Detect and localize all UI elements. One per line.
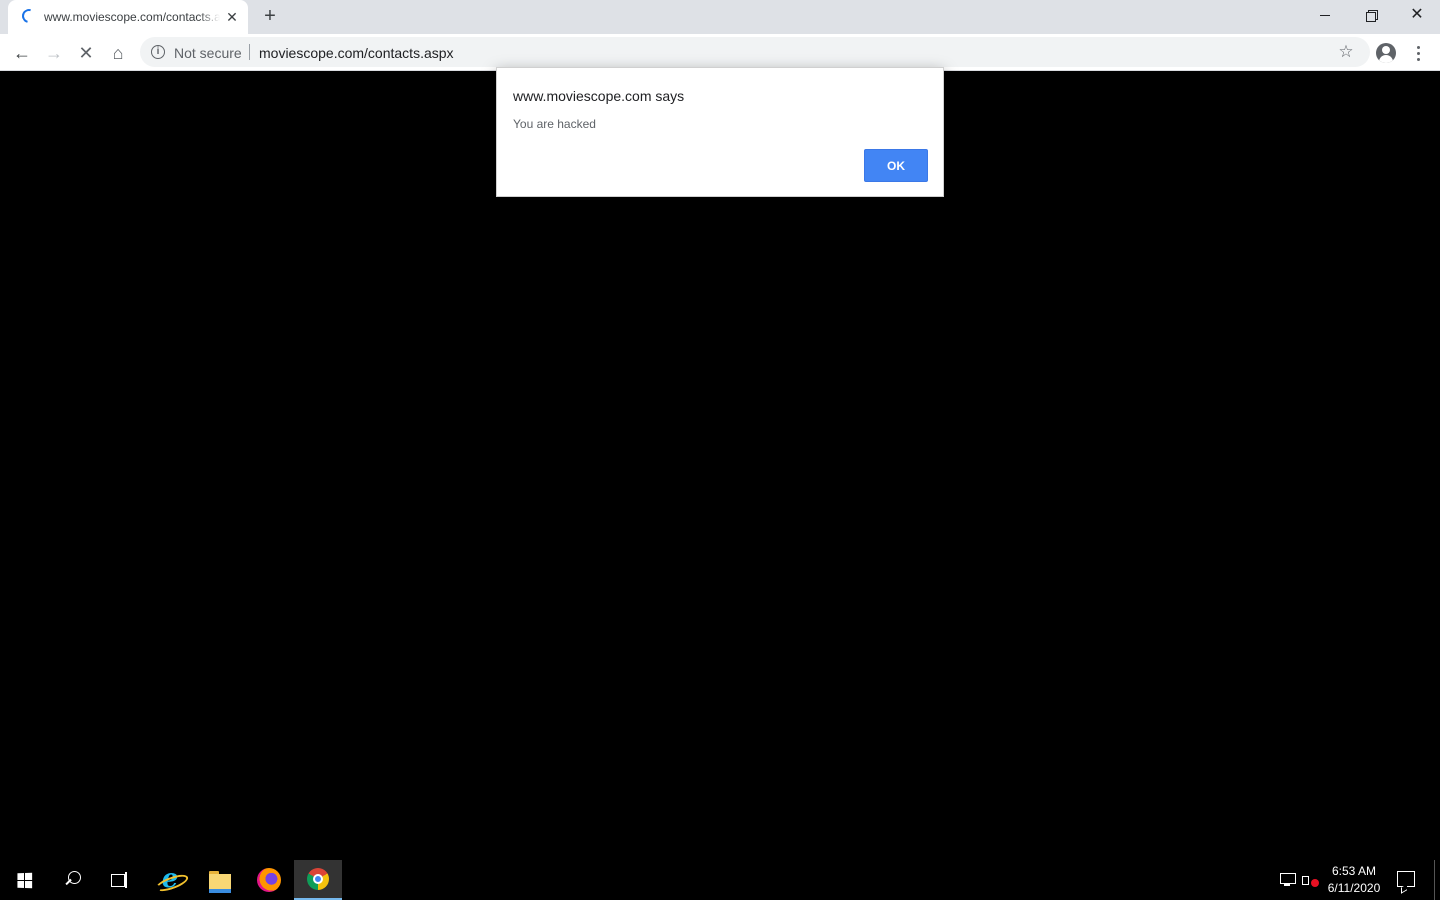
forward-button[interactable]: →: [40, 39, 68, 67]
address-bar[interactable]: i Not secure moviescope.com/contacts.asp…: [140, 37, 1370, 67]
task-view-icon: [111, 872, 129, 888]
stop-loading-button[interactable]: ✕: [72, 39, 100, 67]
more-menu-icon[interactable]: [1408, 39, 1428, 67]
folder-icon: [209, 871, 231, 893]
taskbar: e 6:53 AM 6/11/2020: [0, 860, 1440, 900]
search-button[interactable]: [48, 860, 96, 900]
home-button[interactable]: ⌂: [104, 39, 132, 67]
clock-date: 6/11/2020: [1327, 881, 1381, 895]
security-chip[interactable]: Not secure: [174, 45, 242, 61]
show-desktop-button[interactable]: [1434, 860, 1435, 900]
info-icon[interactable]: i: [151, 45, 165, 59]
alert-dialog: www.moviescope.com says You are hacked O…: [496, 67, 944, 197]
profile-avatar-icon[interactable]: [1376, 43, 1396, 63]
loading-spinner-icon: [19, 6, 39, 26]
minimize-button[interactable]: [1302, 0, 1348, 30]
arrow-left-icon: ←: [13, 42, 31, 63]
address-separator: [249, 44, 250, 60]
volume-muted-icon[interactable]: [1302, 872, 1322, 888]
system-clock[interactable]: 6:53 AM 6/11/2020: [1322, 863, 1386, 897]
chrome-icon: [307, 868, 329, 890]
firefox-icon: [257, 868, 281, 892]
ok-button[interactable]: OK: [864, 149, 928, 182]
restore-icon: [1366, 10, 1378, 22]
internet-explorer-icon: e: [158, 866, 182, 892]
url-text[interactable]: moviescope.com/contacts.aspx: [259, 45, 454, 61]
minimize-icon: [1320, 14, 1330, 16]
search-icon: [63, 871, 81, 889]
new-tab-button[interactable]: +: [258, 5, 282, 29]
start-button[interactable]: [0, 860, 48, 900]
tab-strip: www.moviescope.com/contacts.aspx ✕ + ✕: [0, 0, 1440, 34]
tab-title: www.moviescope.com/contacts.aspx: [44, 10, 220, 24]
notification-icon[interactable]: [1397, 871, 1415, 887]
back-button[interactable]: ←: [8, 39, 36, 67]
star-icon[interactable]: ☆: [1334, 40, 1358, 64]
windows-logo-icon: [16, 872, 32, 888]
tab-close-icon[interactable]: ✕: [224, 9, 240, 25]
close-window-button[interactable]: ✕: [1394, 0, 1440, 30]
file-explorer-button[interactable]: [196, 860, 244, 900]
internet-explorer-button[interactable]: e: [146, 860, 194, 900]
chrome-button[interactable]: [294, 860, 342, 900]
close-icon: ✕: [1410, 6, 1424, 23]
stop-icon: ✕: [78, 42, 94, 63]
dialog-message: You are hacked: [513, 117, 596, 131]
arrow-right-icon: →: [45, 42, 63, 63]
clock-time: 6:53 AM: [1331, 864, 1377, 878]
task-view-button[interactable]: [96, 860, 144, 900]
tab-moviescope-contacts[interactable]: www.moviescope.com/contacts.aspx ✕: [8, 0, 248, 34]
dialog-title: www.moviescope.com says: [513, 88, 685, 104]
restore-button[interactable]: [1348, 0, 1394, 30]
browser-toolbar: ← → ✕ ⌂ i Not secure moviescope.com/cont…: [0, 34, 1440, 71]
network-icon[interactable]: [1278, 873, 1296, 887]
home-icon: ⌂: [112, 42, 124, 63]
firefox-button[interactable]: [245, 860, 293, 900]
